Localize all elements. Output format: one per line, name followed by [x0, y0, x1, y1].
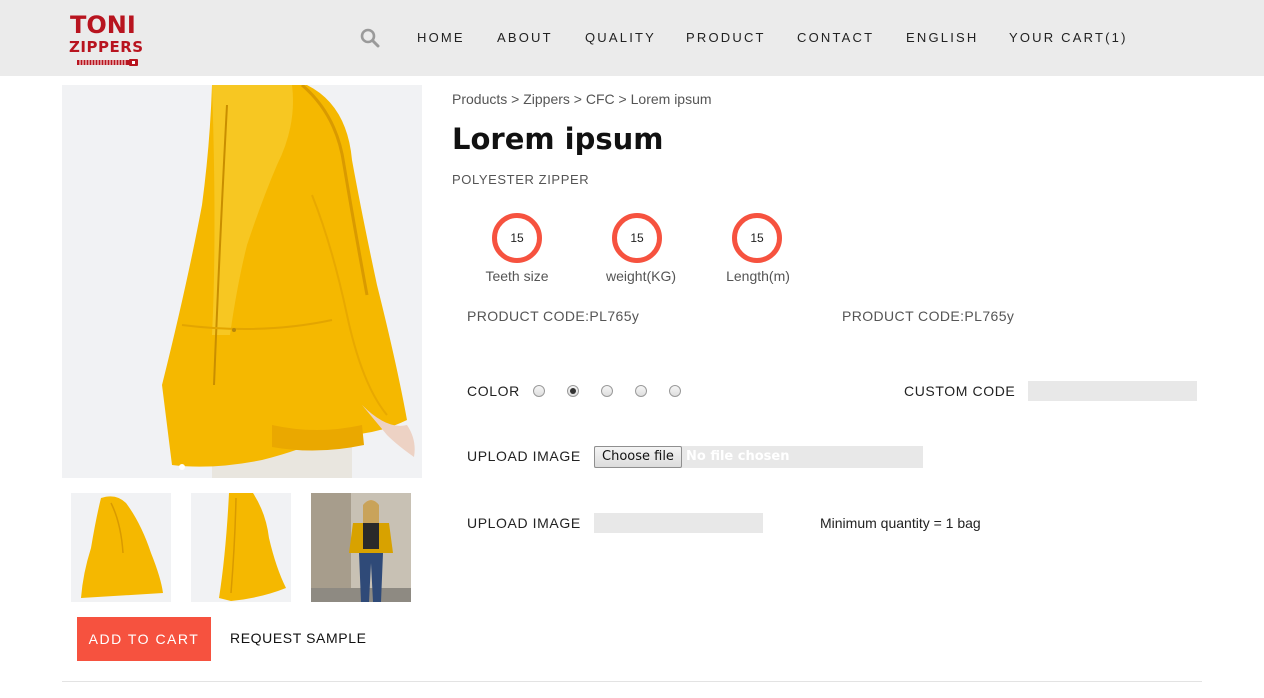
color-radio-3[interactable]: [601, 385, 613, 397]
color-label: COLOR: [467, 383, 520, 399]
nav-quality[interactable]: QUALITY: [585, 28, 656, 48]
choose-file-button[interactable]: Choose file: [594, 446, 682, 468]
product-code: PRODUCT CODE:PL765y: [467, 308, 640, 324]
breadcrumb-item-products[interactable]: Products: [452, 91, 507, 107]
breadcrumb: Products > Zippers > CFC > Lorem ipsum: [452, 91, 712, 107]
product-subtitle: POLYESTER ZIPPER: [452, 172, 590, 187]
color-radio-1[interactable]: [533, 385, 545, 397]
breadcrumb-item-zippers[interactable]: Zippers: [523, 91, 570, 107]
breadcrumb-separator: >: [573, 91, 582, 107]
request-sample-link[interactable]: REQUEST SAMPLE: [230, 630, 367, 646]
breadcrumb-item-cfc[interactable]: CFC: [586, 91, 615, 107]
breadcrumb-item-current: Lorem ipsum: [630, 91, 712, 107]
nav-contact[interactable]: CONTACT: [797, 28, 874, 48]
product-main-image[interactable]: [62, 85, 422, 478]
stat-teeth-size-value: 15: [492, 213, 542, 263]
thumbnail-3[interactable]: [311, 493, 411, 602]
nav-language[interactable]: ENGLISH: [906, 28, 978, 48]
thumbnail-1[interactable]: [71, 493, 171, 602]
stat-length-label: Length(m): [726, 268, 790, 284]
nav-product[interactable]: PRODUCT: [686, 28, 766, 48]
custom-code-label: CUSTOM CODE: [904, 383, 1016, 399]
thumbnail-photo: [311, 493, 411, 602]
file-upload-field: Choose file No file chosen: [594, 446, 923, 468]
nav-home[interactable]: HOME: [417, 28, 465, 48]
jacket-photo: [62, 85, 422, 478]
color-radio-2[interactable]: [567, 385, 579, 397]
stat-teeth-size-label: Teeth size: [485, 268, 549, 284]
breadcrumb-separator: >: [511, 91, 520, 107]
logo-text-line2: ZIPPERS: [69, 38, 144, 56]
product-code-secondary: PRODUCT CODE:PL765y: [842, 308, 1015, 324]
product-title: Lorem ipsum: [452, 122, 664, 156]
breadcrumb-separator: >: [618, 91, 627, 107]
custom-code-input[interactable]: [1028, 381, 1197, 401]
upload-image-label-1: UPLOAD IMAGE: [467, 448, 581, 464]
brand-logo[interactable]: TONI ZIPPERS: [68, 12, 158, 72]
nav-about[interactable]: ABOUT: [497, 28, 553, 48]
zipper-logo-icon: [77, 59, 138, 66]
upload-image-label-2: UPLOAD IMAGE: [467, 515, 581, 531]
add-to-cart-button[interactable]: ADD TO CART: [77, 617, 211, 661]
logo-text-line1: TONI: [70, 11, 136, 39]
file-status-text: No file chosen: [686, 449, 790, 464]
upload-image-input[interactable]: [594, 513, 763, 533]
thumbnail-photo: [191, 493, 291, 602]
thumbnail-photo: [71, 493, 171, 602]
stat-weight-label: weight(KG): [605, 268, 677, 284]
thumbnail-2[interactable]: [191, 493, 291, 602]
search-icon[interactable]: [360, 28, 380, 48]
stat-weight-value: 15: [612, 213, 662, 263]
nav-cart[interactable]: YOUR CART(1): [1009, 28, 1128, 48]
minimum-quantity-note: Minimum quantity = 1 bag: [820, 515, 981, 531]
stat-length-value: 15: [732, 213, 782, 263]
color-radio-5[interactable]: [669, 385, 681, 397]
site-header: TONI ZIPPERS HOME ABOUT QUALITY PRODUCT …: [0, 0, 1264, 76]
divider: [62, 681, 1202, 682]
color-radio-4[interactable]: [635, 385, 647, 397]
